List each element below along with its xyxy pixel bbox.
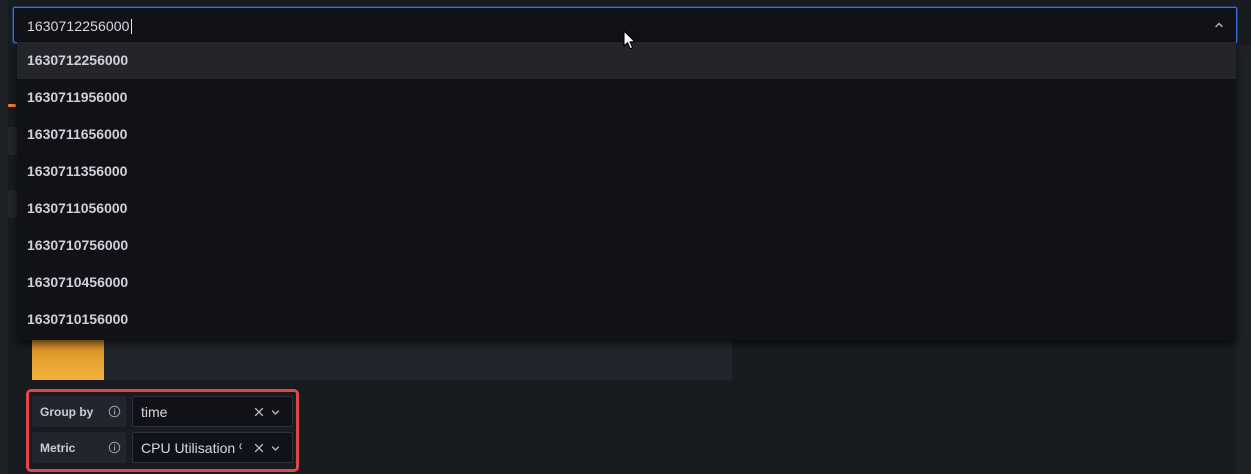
info-icon[interactable] [108,405,121,418]
dropdown-option[interactable]: 1630711056000 [17,190,1236,227]
tab-indicator [8,104,16,107]
text-caret [130,19,132,34]
select-input-value[interactable]: 1630712256000 [27,18,132,34]
chevron-down-icon[interactable] [271,408,280,417]
chevron-up-icon[interactable] [1214,20,1224,30]
clear-icon[interactable] [254,407,264,417]
dropdown-option[interactable]: 1630711956000 [17,79,1236,116]
chart-preview [32,340,732,380]
clear-icon[interactable] [254,443,264,453]
dropdown-option[interactable]: 1630711356000 [17,153,1236,190]
chevron-down-icon[interactable] [271,444,280,453]
metric-label: Metric [32,432,126,463]
chart-bar [32,340,104,380]
group-by-label: Group by [32,396,126,427]
dropdown-option[interactable]: 1630710156000 [17,301,1236,338]
metric-select[interactable]: CPU Utilisation % [132,432,293,463]
dropdown-option[interactable]: 1630711656000 [17,116,1236,153]
background-panel-right [1236,45,1251,474]
dropdown-menu: 1630712256000 1630711956000 163071165600… [17,42,1236,340]
dropdown-option[interactable]: 1630710456000 [17,264,1236,301]
background-panel-left [0,0,8,474]
mouse-cursor-icon [623,30,636,50]
info-icon[interactable] [108,441,121,454]
group-by-select[interactable]: time [132,396,293,427]
dropdown-option[interactable]: 1630710756000 [17,227,1236,264]
